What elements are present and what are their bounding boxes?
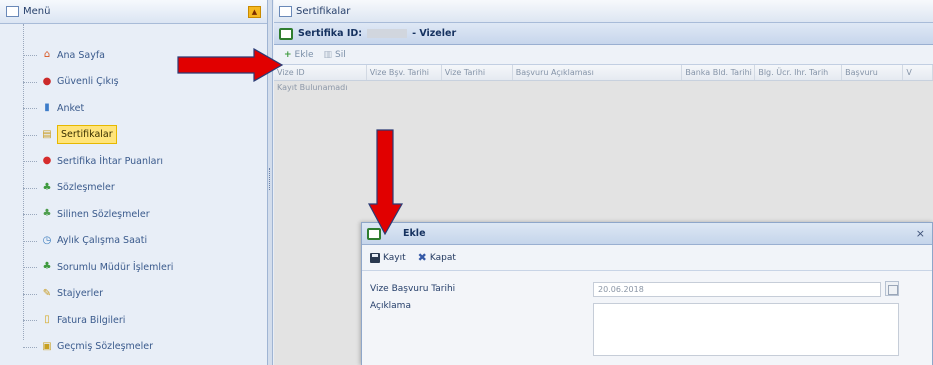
- menu-icon: [6, 6, 19, 17]
- sidebar-item-label: Sorumlu Müdür İşlemleri: [57, 261, 174, 273]
- sidebar-item-4[interactable]: ● Sertifika İhtar Puanları: [22, 148, 267, 175]
- dialog-toolbar: Kayıt ✖ Kapat: [362, 245, 932, 271]
- sidebar-item-9[interactable]: ✎ Stajyerler: [22, 281, 267, 308]
- main-title: Sertifikalar: [296, 5, 351, 17]
- tab-icon: [279, 5, 292, 17]
- add-visa-dialog: Ekle × Kayıt ✖ Kapat Vize Başvuru Tarihi…: [361, 222, 933, 365]
- column-header[interactable]: Blg. Ücr. Ihr. Tarih: [755, 65, 843, 80]
- sidebar-item-label: Ana Sayfa: [57, 49, 106, 61]
- sidebar-item-label: Sözleşmeler: [57, 182, 115, 194]
- people-icon: ♣: [42, 208, 52, 220]
- description-textarea[interactable]: [593, 303, 899, 356]
- column-header[interactable]: Vize Bşv. Tarihi: [367, 65, 442, 80]
- delete-button[interactable]: ▥ Sil: [323, 50, 345, 60]
- column-header[interactable]: Banka Bld. Tarihi: [682, 65, 756, 80]
- column-header[interactable]: Vize ID: [274, 65, 367, 80]
- sidebar-item-label: Aylık Çalışma Saati: [57, 235, 148, 247]
- sidebar-item-label: Stajyerler: [57, 288, 103, 300]
- dialog-form: Vize Başvuru Tarihi 20.06.2018 Açıklama: [362, 271, 932, 365]
- sidebar-item-label: Güvenli Çıkış: [57, 76, 119, 88]
- grid-empty-message: Kayıt Bulunamadı: [277, 83, 348, 92]
- certificate-panel-icon: [279, 27, 293, 40]
- arrow-right-shape: [177, 48, 284, 83]
- panel-header: Sertifika ID: - Vizeler: [274, 23, 933, 45]
- wand-icon: ✎: [42, 287, 52, 299]
- calendar-icon[interactable]: [885, 281, 899, 296]
- panel-title-prefix: Sertifika ID:: [298, 28, 363, 39]
- sidebar-item-label: Sertifika İhtar Puanları: [57, 155, 164, 167]
- application-date-input[interactable]: 20.06.2018: [593, 282, 881, 297]
- save-button[interactable]: Kayıt: [370, 252, 406, 263]
- grid-toolbar: + Ekle ▥ Sil: [274, 45, 933, 65]
- menu-title: Menü: [23, 6, 51, 17]
- delete-icon: ▥: [323, 49, 332, 60]
- sidebar-item-10[interactable]: ▯ Fatura Bilgileri: [22, 307, 267, 334]
- sidebar-item-label: Anket: [57, 102, 85, 114]
- save-label: Kayıt: [383, 252, 406, 263]
- menu-header: Menü ▲: [0, 0, 267, 24]
- home-icon: ⌂: [43, 49, 51, 61]
- dialog-title: Ekle: [403, 228, 426, 239]
- splitter-grip: [269, 168, 271, 190]
- sidebar-item-label: Fatura Bilgileri: [57, 314, 126, 326]
- grid-header: Vize ID Vize Bşv. Tarihi Vize Tarihi Başvur…: [274, 65, 933, 81]
- sidebar-item-8[interactable]: ♣ Sorumlu Müdür İşlemleri: [22, 254, 267, 281]
- sidebar-item-2[interactable]: ▮ Anket: [22, 95, 267, 122]
- sidebar-item-6[interactable]: ♣ Silinen Sözleşmeler: [22, 201, 267, 228]
- date-label: Vize Başvuru Tarihi: [370, 284, 456, 294]
- sidebar-item-11[interactable]: ▣ Geçmiş Sözleşmeler: [22, 334, 267, 361]
- exit-icon: ●: [42, 75, 52, 87]
- panel-title-suffix: - Vizeler: [412, 28, 457, 39]
- add-label: Ekle: [294, 49, 314, 60]
- sidebar-item-label: Geçmiş Sözleşmeler: [57, 341, 154, 353]
- people-icon: ♣: [42, 261, 52, 273]
- dialog-close-button[interactable]: ×: [916, 227, 927, 240]
- close-button[interactable]: ✖ Kapat: [418, 251, 456, 264]
- sidebar-item-7[interactable]: ◷ Aylık Çalışma Saati: [22, 228, 267, 255]
- dialog-title-bar[interactable]: Ekle ×: [362, 223, 932, 245]
- chart-icon: ▮: [44, 102, 50, 114]
- close-label: Kapat: [429, 252, 456, 263]
- add-button[interactable]: + Ekle: [284, 50, 313, 60]
- people-icon: ♣: [42, 181, 52, 193]
- collapse-menu-button[interactable]: ▲: [248, 5, 261, 18]
- column-header[interactable]: Vize Tarihi: [442, 65, 513, 80]
- sidebar-item-3[interactable]: ▤ Sertifikalar: [22, 122, 267, 149]
- redacted-id: [367, 29, 408, 38]
- sidebar-item-5[interactable]: ♣ Sözleşmeler: [22, 175, 267, 202]
- warning-icon: ●: [42, 155, 52, 167]
- main-header: Sertifikalar: [274, 0, 933, 23]
- red-arrow-down: [368, 129, 404, 236]
- certificate-icon: ▤: [42, 128, 52, 140]
- description-label: Açıklama: [370, 301, 411, 311]
- column-header[interactable]: Başvuru: [842, 65, 904, 80]
- search-doc-icon: ▣: [42, 340, 52, 352]
- arrow-down-shape: [368, 129, 404, 236]
- red-arrow-right: [177, 48, 284, 83]
- delete-label: Sil: [335, 49, 346, 60]
- column-header[interactable]: Başvuru Açıklaması: [513, 65, 683, 80]
- column-header[interactable]: V: [903, 65, 933, 80]
- sidebar-item-label: Silinen Sözleşmeler: [57, 208, 150, 220]
- close-icon: ✖: [417, 251, 427, 264]
- sidebar-item-label: Sertifikalar: [57, 125, 117, 145]
- save-icon: [370, 252, 380, 263]
- clock-icon: ◷: [42, 234, 52, 246]
- document-icon: ▯: [44, 314, 50, 326]
